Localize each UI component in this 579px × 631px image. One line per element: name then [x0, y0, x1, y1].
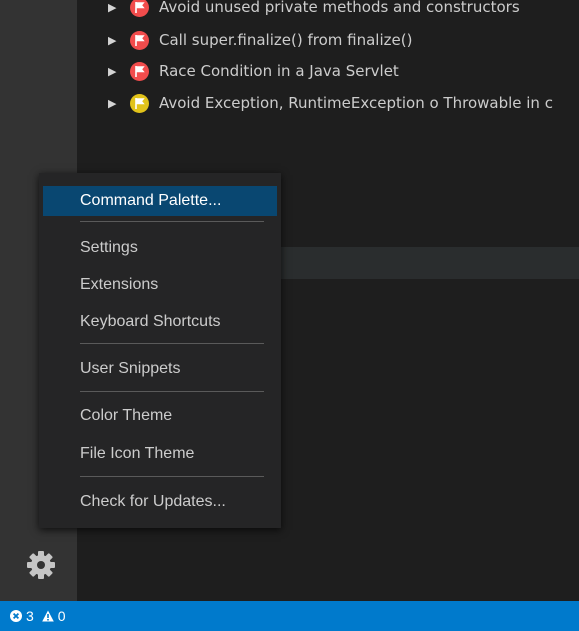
status-bar: 3 0	[0, 601, 579, 631]
vscode-window: ▶ Avoid unused private methods and const…	[0, 0, 579, 631]
menu-item-check-for-updates[interactable]: Check for Updates...	[39, 487, 281, 517]
warning-triangle-icon	[41, 610, 58, 622]
problems-status[interactable]: 3 0	[0, 601, 66, 631]
problem-label: Call super.finalize() from finalize()	[159, 31, 413, 49]
manage-context-menu: Command Palette... Settings Extensions K…	[39, 173, 281, 528]
expand-arrow-icon[interactable]: ▶	[77, 65, 130, 78]
menu-item-settings[interactable]: Settings	[39, 233, 281, 263]
warning-flag-icon	[130, 93, 149, 113]
problem-label: Avoid unused private methods and constru…	[159, 0, 520, 16]
menu-separator	[80, 476, 264, 477]
expand-arrow-icon[interactable]: ▶	[77, 1, 130, 14]
error-circle-icon	[10, 610, 26, 622]
gear-icon[interactable]	[25, 549, 57, 581]
problem-label: Race Condition in a Java Servlet	[159, 62, 399, 80]
menu-separator	[80, 343, 264, 344]
error-count: 3	[26, 608, 34, 624]
menu-item-file-icon-theme[interactable]: File Icon Theme	[39, 439, 281, 469]
problem-item[interactable]: ▶ Avoid unused private methods and const…	[77, 0, 520, 22]
error-flag-icon	[130, 61, 149, 81]
expand-arrow-icon[interactable]: ▶	[77, 97, 130, 110]
problem-label: Avoid Exception, RuntimeException o Thro…	[159, 94, 553, 112]
warning-count: 0	[57, 608, 66, 624]
menu-item-user-snippets[interactable]: User Snippets	[39, 354, 281, 384]
error-flag-icon	[130, 30, 149, 50]
menu-item-command-palette[interactable]: Command Palette...	[43, 186, 277, 216]
expand-arrow-icon[interactable]: ▶	[77, 34, 130, 47]
menu-separator	[80, 391, 264, 392]
menu-item-extensions[interactable]: Extensions	[39, 270, 281, 300]
menu-item-color-theme[interactable]: Color Theme	[39, 401, 281, 431]
problem-item[interactable]: ▶ Avoid Exception, RuntimeException o Th…	[77, 88, 553, 118]
menu-separator	[80, 221, 264, 222]
problem-item[interactable]: ▶ Race Condition in a Java Servlet	[77, 56, 399, 86]
problem-item[interactable]: ▶ Call super.finalize() from finalize()	[77, 25, 412, 55]
menu-item-keyboard-shortcuts[interactable]: Keyboard Shortcuts	[39, 307, 281, 337]
error-flag-icon	[130, 0, 149, 17]
